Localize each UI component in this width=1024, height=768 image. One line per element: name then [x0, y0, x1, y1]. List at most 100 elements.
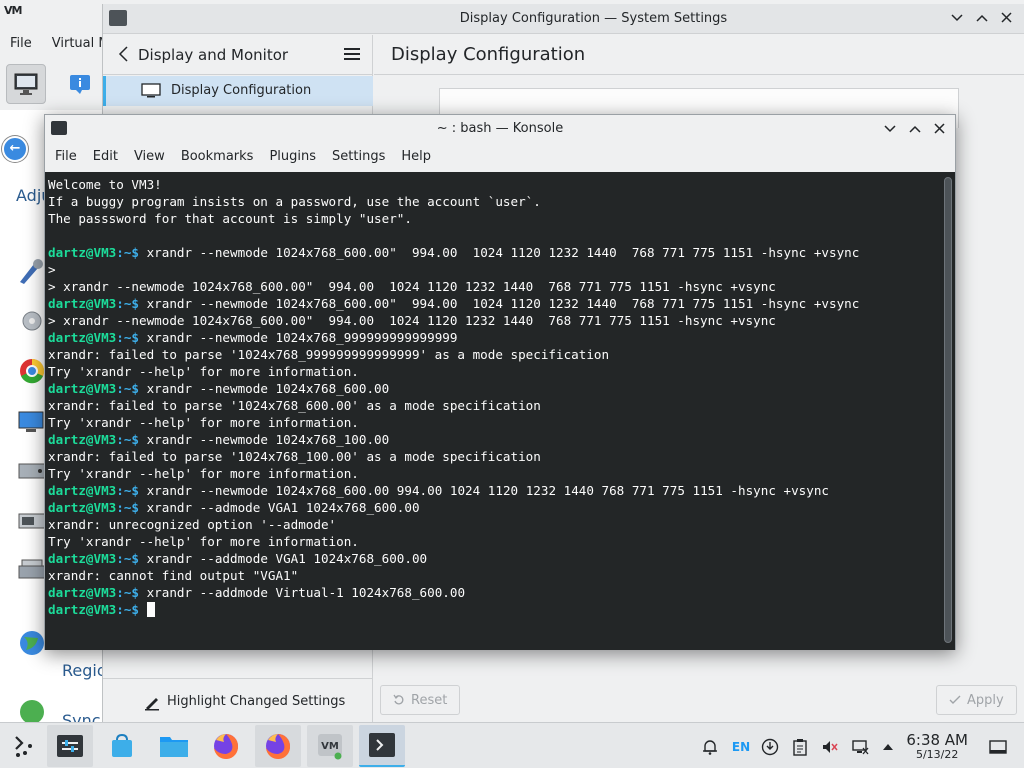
vm-menu-virtual[interactable]: Virtual M [52, 36, 110, 51]
terminal-text: xrandr: failed to parse '1024x768_999999… [48, 347, 610, 362]
firefox-icon [214, 734, 239, 760]
apply-button[interactable]: Apply [936, 685, 1017, 715]
show-desktop-button[interactable] [988, 737, 1008, 757]
terminal-line: dartz@VM3:~$ xrandr --newmode 1024x768_9… [48, 329, 952, 346]
tray-clipboard[interactable] [790, 737, 810, 757]
sidebar-item-display-configuration[interactable]: Display Configuration [103, 76, 373, 106]
terminal-text: xrandr --addmode VGA1 1024x768_600.00 [146, 551, 428, 566]
terminal-cursor [146, 602, 155, 617]
menu-view[interactable]: View [126, 145, 173, 171]
chevron-down-icon [883, 124, 896, 132]
konsole-menubar: File Edit View Bookmarks Plugins Setting… [45, 145, 439, 171]
terminal-text: xrandr --newmode 1024x768_100.00 [146, 432, 390, 447]
terminal-text: Try 'xrandr --help' for more information… [48, 534, 359, 549]
terminal-icon [369, 733, 395, 757]
terminal-line: dartz@VM3:~$ xrandr --newmode 1024x768_6… [48, 482, 952, 499]
prompt-user: dartz@VM3 [48, 245, 117, 260]
chevron-down-icon [950, 13, 963, 21]
back-arrow-icon[interactable] [113, 43, 135, 65]
taskbar: VM EN 6:38 AM 5/13/22 [0, 722, 1024, 768]
firefox-icon [266, 734, 291, 760]
close-button[interactable] [999, 10, 1014, 25]
clock-date: 5/13/22 [915, 748, 959, 761]
terminal-text: xrandr --newmode 1024x768_600.00" 994.00… [146, 296, 860, 311]
digital-clock[interactable]: 6:38 AM 5/13/22 [906, 731, 968, 761]
tray-keyboard-layout[interactable]: EN [730, 737, 752, 757]
konsole-title: ~ : bash — Konsole [436, 121, 564, 136]
highlight-icon [145, 698, 159, 711]
taskbar-konsole[interactable] [359, 725, 405, 767]
prompt-user: dartz@VM3 [48, 432, 117, 447]
hamburger-menu-icon[interactable] [343, 46, 361, 62]
tray-expand-button[interactable] [878, 737, 898, 757]
vm-icon: VM [318, 734, 342, 760]
bell-icon [703, 740, 717, 755]
folder-icon [160, 737, 188, 757]
minimize-button[interactable] [949, 10, 964, 25]
taskbar-file-manager[interactable] [151, 725, 197, 767]
show-desktop-icon [989, 740, 1007, 754]
prompt-path: :~$ [116, 585, 147, 600]
taskbar-discover[interactable] [99, 725, 145, 767]
vm-toolbar [6, 64, 100, 104]
prompt-path: :~$ [116, 245, 147, 260]
taskbar-system-settings[interactable] [47, 725, 93, 767]
maximize-button[interactable] [907, 121, 922, 136]
taskbar-firefox-window[interactable] [255, 725, 301, 767]
menu-bookmarks[interactable]: Bookmarks [173, 145, 262, 171]
terminal-line: xrandr: failed to parse '1024x768_999999… [48, 346, 952, 363]
close-icon [1001, 12, 1012, 23]
terminal-output[interactable]: Welcome to VM3! If a buggy program insist… [45, 172, 955, 650]
chevron-up-icon [883, 744, 893, 750]
prompt-user: dartz@VM3 [48, 602, 117, 617]
terminal-line: Try 'xrandr --help' for more information… [48, 533, 952, 550]
highlight-changed-settings-button[interactable]: Highlight Changed Settings [167, 694, 345, 709]
menu-plugins[interactable]: Plugins [261, 145, 324, 171]
terminal-line: Try 'xrandr --help' for more information… [48, 414, 952, 431]
tray-volume[interactable] [820, 737, 840, 757]
terminal-scrollbar[interactable] [944, 177, 952, 643]
settings-icon [57, 735, 83, 757]
terminal-text: If a buggy program insists on a password… [48, 194, 541, 209]
konsole-window-controls [882, 121, 947, 136]
terminal-text: xrandr: unrecognized option '--admode' [48, 517, 337, 532]
terminal-text: The passsword for that account is simply… [48, 211, 412, 226]
close-button[interactable] [932, 121, 947, 136]
vm-back-button[interactable]: ← [2, 136, 28, 162]
menu-settings[interactable]: Settings [324, 145, 393, 171]
svg-text:VM: VM [321, 741, 339, 752]
terminal-text: xrandr: failed to parse '1024x768_100.00… [48, 449, 541, 464]
menu-edit[interactable]: Edit [85, 145, 126, 171]
terminal-line: dartz@VM3:~$ xrandr --newmode 1024x768_6… [48, 295, 952, 312]
tray-updates[interactable] [760, 737, 780, 757]
prompt-path: :~$ [116, 602, 147, 617]
terminal-text: xrandr --newmode 1024x768_600.00 [146, 381, 390, 396]
network-wired-icon [852, 740, 869, 755]
vm-logo: VM [4, 4, 22, 17]
minimize-button[interactable] [882, 121, 897, 136]
chevron-up-icon [975, 14, 988, 22]
menu-file[interactable]: File [47, 145, 85, 171]
vm-item-region[interactable]: Regio [62, 661, 107, 680]
konsole-titlebar[interactable]: ~ : bash — Konsole [45, 115, 955, 143]
terminal-line: The passsword for that account is simply… [48, 210, 952, 227]
application-launcher-button[interactable] [0, 725, 46, 767]
vm-menu-file[interactable]: File [10, 36, 32, 51]
tray-notifications[interactable] [700, 737, 720, 757]
system-settings-titlebar[interactable]: Display Configuration — System Settings [103, 4, 1024, 34]
vm-info-tool-button[interactable] [60, 64, 100, 104]
clock-time: 6:38 AM [906, 731, 968, 749]
terminal-line: dartz@VM3:~$ xrandr --admode VGA1 1024x7… [48, 499, 952, 516]
maximize-button[interactable] [974, 10, 989, 25]
prompt-path: :~$ [116, 500, 147, 515]
terminal-text: xrandr: failed to parse '1024x768_600.00… [48, 398, 541, 413]
tray-network[interactable] [850, 737, 870, 757]
menu-help[interactable]: Help [393, 145, 439, 171]
apply-label: Apply [967, 692, 1004, 708]
taskbar-vm-manager[interactable]: VM [307, 725, 353, 767]
reset-button[interactable]: Reset [380, 685, 461, 715]
taskbar-firefox[interactable] [203, 725, 249, 767]
vm-monitor-tool-button[interactable] [6, 64, 46, 104]
prompt-user: dartz@VM3 [48, 330, 117, 345]
